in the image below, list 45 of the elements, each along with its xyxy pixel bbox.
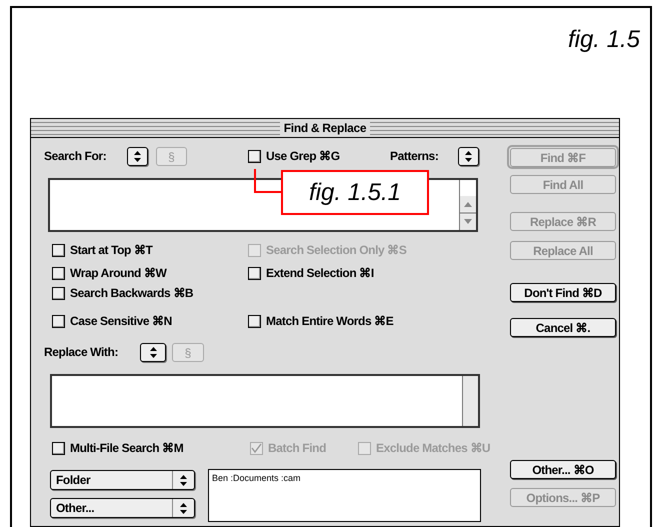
scrollbar[interactable] <box>459 180 476 230</box>
checkbox-label: Search Backwards ⌘B <box>70 285 194 302</box>
checkbox-label: Start at Top ⌘T <box>70 242 152 259</box>
updown-arrows-icon <box>134 150 141 162</box>
window-title: Find & Replace <box>280 119 370 137</box>
list-item[interactable]: Ben :Documents :cam <box>212 473 477 484</box>
checkbox[interactable] <box>52 266 65 280</box>
checkbox-label: Search Selection Only ⌘S <box>266 242 406 259</box>
checkbox-label: Match Entire Words ⌘E <box>266 313 394 330</box>
updown-arrows-icon <box>180 474 187 486</box>
updown-arrows-icon <box>465 150 472 162</box>
checkbox[interactable] <box>52 244 65 256</box>
updown-arrows-icon <box>150 346 156 358</box>
field-label: Patterns: <box>390 148 440 165</box>
checkbox-label: Batch Find <box>268 440 326 457</box>
checkbox[interactable] <box>52 442 65 454</box>
replace-field[interactable] <box>50 374 480 428</box>
annotation-tooltip: fig. 1.5.1 <box>281 170 429 215</box>
popup-menu[interactable]: Folder <box>50 470 195 490</box>
checkbox[interactable] <box>248 266 261 280</box>
field-label: Search For: <box>44 148 108 165</box>
checkbox-label: Extend Selection ⌘I <box>266 265 374 282</box>
checkbox-label: Use Grep ⌘G <box>266 148 340 165</box>
field-label: Replace With: <box>44 344 120 361</box>
updown-arrows-icon <box>180 502 187 514</box>
figure-label: fig. 1.5 <box>566 25 640 55</box>
dialog-button[interactable]: Other... ⌘O <box>510 460 616 479</box>
dialog-button[interactable]: Cancel ⌘. <box>510 318 616 337</box>
checkbox[interactable] <box>52 286 65 300</box>
checkbox[interactable] <box>248 150 261 162</box>
dialog-button[interactable]: Don't Find ⌘D <box>510 283 616 302</box>
scroll-arrows-icon[interactable] <box>460 196 476 230</box>
checkbox-label: Multi-File Search ⌘M <box>70 440 184 457</box>
checkbox-label: Wrap Around ⌘W <box>70 265 166 282</box>
checkbox[interactable] <box>52 314 65 328</box>
checkbox[interactable] <box>248 314 261 328</box>
popup-menu-button[interactable] <box>458 146 479 166</box>
scrollbar[interactable] <box>462 376 478 426</box>
checkbox-label: Case Sensitive ⌘N <box>70 313 172 330</box>
popup-menu-button[interactable] <box>127 146 148 166</box>
checkmark-icon <box>251 442 262 454</box>
popup-menu[interactable]: Other... <box>50 498 195 518</box>
leader-line <box>254 169 282 194</box>
popup-menu-button[interactable] <box>140 342 166 362</box>
checkbox-label: Exclude Matches ⌘U <box>376 440 490 457</box>
